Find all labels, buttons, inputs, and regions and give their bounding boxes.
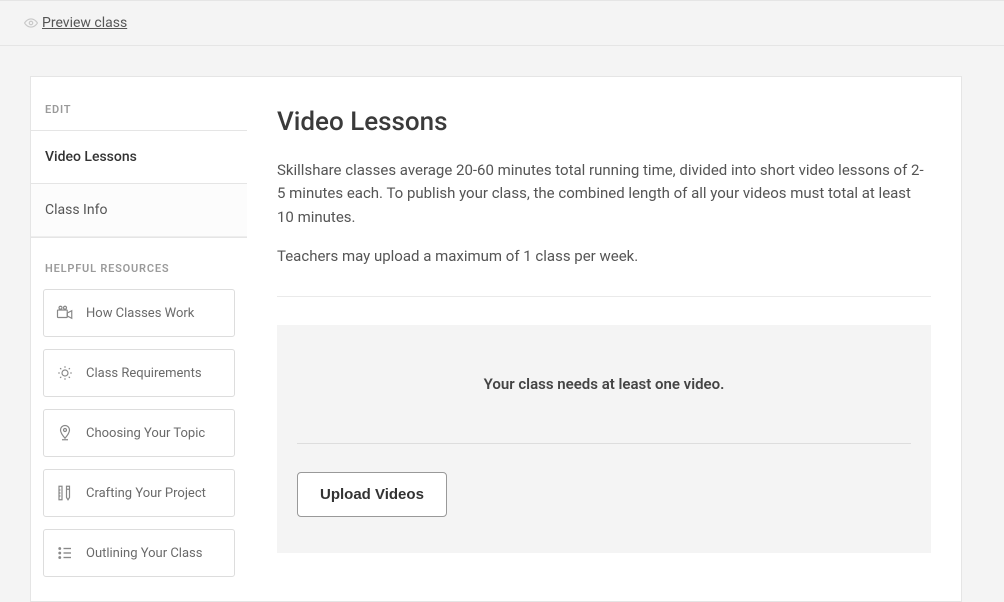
upload-videos-button[interactable]: Upload Videos — [297, 472, 447, 517]
video-camera-icon — [56, 304, 74, 322]
resource-label: Class Requirements — [86, 366, 202, 381]
resource-label: How Classes Work — [86, 306, 194, 321]
eye-icon — [24, 16, 38, 30]
main-content: Video Lessons Skillshare classes average… — [247, 76, 962, 602]
preview-class-link[interactable]: Preview class — [42, 15, 127, 31]
resource-label: Outlining Your Class — [86, 546, 202, 561]
page-description-2: Teachers may upload a maximum of 1 class… — [277, 245, 931, 268]
upload-empty-message: Your class needs at least one video. — [297, 375, 911, 393]
page-description-1: Skillshare classes average 20-60 minutes… — [277, 159, 931, 229]
resource-choosing-topic[interactable]: Choosing Your Topic — [43, 409, 235, 457]
sidebar: EDIT Video Lessons Class Info HELPFUL RE… — [30, 76, 247, 602]
nav-item-video-lessons[interactable]: Video Lessons — [31, 130, 247, 184]
sidebar-resources-section: HELPFUL RESOURCES How Classes Work — [30, 238, 247, 602]
top-bar: Preview class — [0, 0, 1004, 46]
map-pin-icon — [56, 424, 74, 442]
edit-section-label: EDIT — [31, 77, 247, 116]
upload-panel-divider — [297, 443, 911, 444]
resource-class-requirements[interactable]: Class Requirements — [43, 349, 235, 397]
resource-how-classes-work[interactable]: How Classes Work — [43, 289, 235, 337]
content-divider — [277, 296, 931, 297]
sidebar-edit-section: EDIT Video Lessons Class Info — [30, 76, 247, 238]
lightbulb-icon — [56, 364, 74, 382]
upload-panel: Your class needs at least one video. Upl… — [277, 325, 931, 553]
resource-label: Choosing Your Topic — [86, 426, 205, 441]
edit-nav-list: Video Lessons Class Info — [31, 130, 247, 237]
upload-button-row: Upload Videos — [297, 472, 911, 517]
resource-crafting-project[interactable]: Crafting Your Project — [43, 469, 235, 517]
resource-label: Crafting Your Project — [86, 486, 206, 501]
list-icon — [56, 544, 74, 562]
page-title: Video Lessons — [277, 107, 931, 137]
page-container: EDIT Video Lessons Class Info HELPFUL RE… — [30, 76, 962, 602]
resources-section-label: HELPFUL RESOURCES — [43, 262, 235, 275]
nav-item-class-info[interactable]: Class Info — [31, 184, 247, 237]
ruler-pencil-icon — [56, 484, 74, 502]
resource-outlining-class[interactable]: Outlining Your Class — [43, 529, 235, 577]
